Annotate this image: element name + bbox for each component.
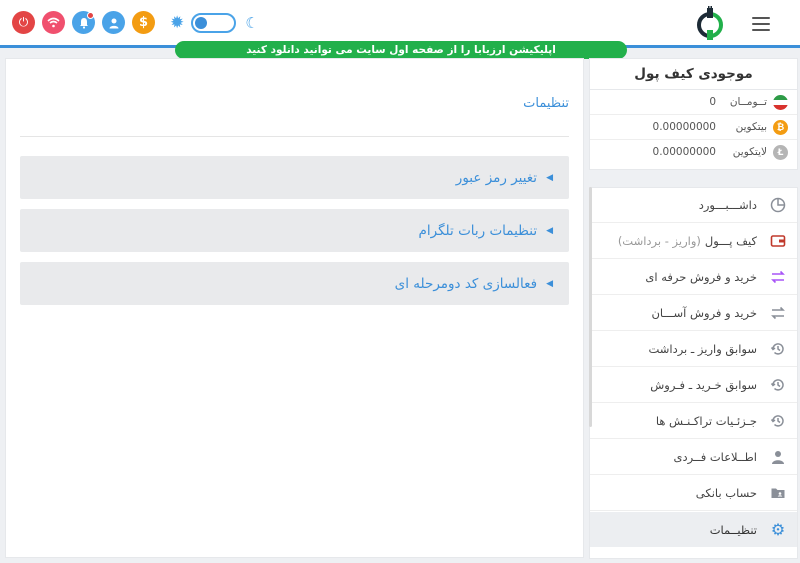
sidebar-item-transaction-details[interactable]: جـزئـیات تراکـنـش ها <box>590 404 797 439</box>
history-icon <box>769 376 787 394</box>
settings-panel: تنظیمات ◀ تغییر رمز عبور ◀ تنظیمات ربات … <box>5 58 584 558</box>
accordion-change-password[interactable]: ◀ تغییر رمز عبور <box>20 156 569 199</box>
dashboard-icon <box>769 196 787 214</box>
sidebar-item-bank-account[interactable]: حساب بانکی <box>590 476 797 511</box>
bitcoin-icon: ₿ <box>773 120 788 135</box>
sidebar-item-label: داشـــبـــورد <box>698 198 757 212</box>
bell-icon[interactable] <box>72 11 95 34</box>
page-title: تنظیمات <box>523 96 569 111</box>
caret-left-icon: ◀ <box>546 172 553 183</box>
sidebar-item-settings[interactable]: ⚙ تنظیــمات <box>590 512 797 547</box>
currency-value: 0 <box>709 96 716 108</box>
accordion-label: فعالسازی کد دومرحله ای <box>394 275 538 292</box>
wallet-row-toman: تــومــان 0 <box>590 90 797 115</box>
sidebar-item-wallet[interactable]: کیف پـــول (واریز - برداشت) <box>590 224 797 259</box>
currency-name: تــومــان <box>729 96 767 108</box>
sidebar-item-dashboard[interactable]: داشـــبـــورد <box>590 188 797 223</box>
sidebar-item-label: سوابق خـرید ـ فـروش <box>650 378 757 392</box>
wallet-balance-card: موجودی کیف پول تــومــان 0 ₿ بیتکوین 0.0… <box>589 58 798 170</box>
pro-exchange-icon <box>769 268 787 286</box>
bank-folder-icon <box>769 484 787 502</box>
sidebar-item-sublabel: (واریز - برداشت) <box>617 234 701 248</box>
sidebar-item-deposit-history[interactable]: سوابق واریز ـ برداشت <box>590 332 797 367</box>
litecoin-icon: Ł <box>773 145 788 160</box>
currency-value: 0.00000000 <box>652 146 716 158</box>
wallet-title: موجودی کیف پول <box>590 59 797 90</box>
dollar-icon[interactable]: $ <box>132 11 155 34</box>
person-icon <box>769 448 787 466</box>
gear-icon: ⚙ <box>770 520 786 539</box>
user-icon[interactable] <box>102 11 125 34</box>
sidebar-item-label: کیف پـــول <box>704 234 757 248</box>
wallet-row-bitcoin: ₿ بیتکوین 0.00000000 <box>590 115 797 140</box>
exchange-icon <box>769 304 787 322</box>
accordion-label: تنظیمات ربات تلگرام <box>418 222 538 239</box>
currency-name: بیتکوین <box>735 121 767 133</box>
accordion-two-factor[interactable]: ◀ فعالسازی کد دومرحله ای <box>20 262 569 305</box>
theme-toggle[interactable] <box>191 12 237 33</box>
sidebar-menu: داشـــبـــورد کیف پـــول (واریز - برداشت… <box>589 187 798 559</box>
notification-badge <box>87 12 94 19</box>
wifi-icon[interactable] <box>42 11 65 34</box>
hamburger-menu-icon[interactable] <box>752 17 770 31</box>
divider <box>20 136 569 137</box>
sidebar-item-label: حساب بانکی <box>695 486 757 500</box>
sidebar-item-label: خرید و فروش حرفه ای <box>645 270 757 284</box>
logo-icon[interactable] <box>690 6 730 42</box>
sidebar-item-pro-exchange[interactable]: خرید و فروش حرفه ای <box>590 260 797 295</box>
sidebar-item-easy-exchange[interactable]: خرید و فروش آســـان <box>590 296 797 331</box>
app-download-banner[interactable]: اپلیکیشن ارزیابا را از صفحه اول سایت می … <box>175 41 627 59</box>
sidebar-item-label: اطــلاعات فــردی <box>673 450 758 464</box>
toggle-knob <box>195 16 208 29</box>
sidebar-item-trade-history[interactable]: سوابق خـرید ـ فـروش <box>590 368 797 403</box>
sidebar-item-personal-info[interactable]: اطــلاعات فــردی <box>590 440 797 475</box>
accordion-label: تغییر رمز عبور <box>455 169 538 186</box>
sidebar-scrollbar[interactable] <box>589 187 592 427</box>
caret-left-icon: ◀ <box>546 225 553 236</box>
sun-icon: ✹ <box>170 12 185 33</box>
power-icon[interactable]: ⏻ <box>12 11 35 34</box>
currency-value: 0.00000000 <box>652 121 716 133</box>
sidebar-item-label: خرید و فروش آســـان <box>651 306 757 320</box>
caret-left-icon: ◀ <box>546 278 553 289</box>
sidebar-item-label: جـزئـیات تراکـنـش ها <box>655 414 757 428</box>
history-icon <box>769 412 787 430</box>
sidebar-item-label: تنظیــمات <box>709 522 757 537</box>
currency-name: لایتکوین <box>732 146 767 158</box>
wallet-row-litecoin: Ł لایتکوین 0.00000000 <box>590 140 797 165</box>
iran-flag-icon <box>773 95 788 110</box>
header-actions: ⏻ $ ✹ ☾ <box>12 11 259 34</box>
wallet-icon <box>769 232 787 250</box>
accordion-telegram-bot[interactable]: ◀ تنظیمات ربات تلگرام <box>20 209 569 252</box>
sidebar-item-label: سوابق واریز ـ برداشت <box>648 342 757 356</box>
moon-icon: ☾ <box>245 13 259 32</box>
history-icon <box>769 340 787 358</box>
